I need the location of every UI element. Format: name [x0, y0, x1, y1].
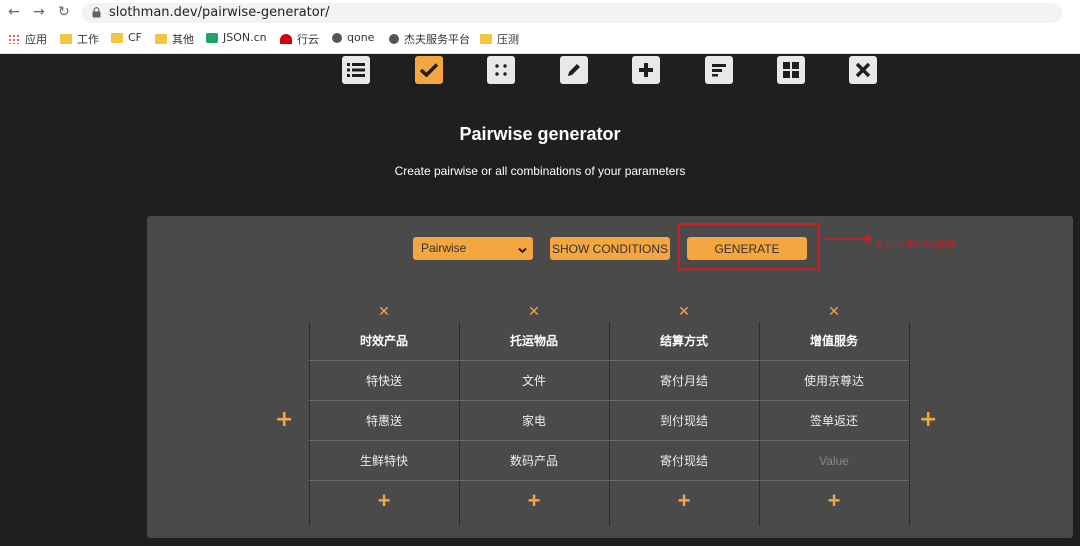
folder-icon: [480, 34, 492, 44]
page-title: Pairwise generator: [459, 124, 621, 144]
add-value-icon[interactable]: +: [378, 488, 391, 514]
bookmark-apps[interactable]: 应用: [8, 31, 47, 47]
page-subtitle: Create pairwise or all combinations of y…: [394, 164, 686, 178]
value-cell[interactable]: 数码产品: [459, 440, 609, 480]
chevron-down-icon: [518, 243, 527, 257]
list-icon[interactable]: [342, 56, 370, 84]
value-cell[interactable]: 到付现结: [609, 400, 759, 440]
bookmark-qone[interactable]: qone: [332, 31, 374, 44]
check-icon[interactable]: [415, 56, 443, 84]
back-icon[interactable]: ←: [8, 4, 20, 20]
value-placeholder-cell[interactable]: Value: [759, 440, 909, 480]
remove-column-icon[interactable]: ✕: [309, 304, 459, 320]
align-icon[interactable]: [705, 56, 733, 84]
bookmark-label: 杰夫服务平台: [404, 33, 470, 46]
column-header[interactable]: 时效产品: [309, 320, 459, 360]
value-cell[interactable]: 特惠送: [309, 400, 459, 440]
dice-icon[interactable]: [487, 56, 515, 84]
mode-select[interactable]: Pairwise: [413, 237, 533, 260]
generate-button[interactable]: GENERATE: [687, 237, 807, 260]
json-icon: [206, 32, 218, 43]
app: Pairwise generator Create pairwise or al…: [0, 54, 1080, 546]
column-header[interactable]: 增值服务: [759, 320, 909, 360]
bookmark-label: CF: [128, 31, 143, 44]
annotation-arrow-icon: [823, 234, 873, 244]
address-row: ← → ↻ slothman.dev/pairwise-generator/: [0, 0, 1080, 26]
parameters-panel: Pairwise SHOW CONDITIONS GENERATE 点击一下即可…: [147, 216, 1073, 538]
remove-column-icon[interactable]: ✕: [459, 304, 609, 320]
bookmark-cf[interactable]: CF: [111, 31, 142, 44]
add-column-left-icon[interactable]: +: [275, 407, 293, 432]
bookmark-label: qone: [347, 31, 375, 44]
grid-icon[interactable]: [777, 56, 805, 84]
globe-icon: [389, 34, 399, 44]
mode-select-value: Pairwise: [421, 241, 467, 255]
bookmarks-bar: 应用 工作 CF 其他 JSON.cn 行云 qone 杰夫服务平台 压测: [0, 29, 1080, 49]
column-header[interactable]: 托运物品: [459, 320, 609, 360]
bookmark-label: JSON.cn: [223, 31, 267, 44]
add-value-icon[interactable]: +: [678, 488, 691, 514]
folder-icon: [155, 34, 167, 44]
bookmark-label: 行云: [297, 33, 319, 46]
folder-icon: [111, 32, 123, 43]
value-cell[interactable]: 文件: [459, 360, 609, 400]
bookmark-label: 压测: [497, 33, 519, 46]
divider: [909, 322, 910, 526]
value-cell[interactable]: 签单返还: [759, 400, 909, 440]
reload-icon[interactable]: ↻: [58, 4, 70, 20]
value-cell[interactable]: 寄付月结: [609, 360, 759, 400]
add-value-cell[interactable]: +: [309, 480, 459, 520]
value-cell[interactable]: 寄付现结: [609, 440, 759, 480]
column-header[interactable]: 结算方式: [609, 320, 759, 360]
remove-column-icon[interactable]: ✕: [759, 304, 909, 320]
add-value-cell[interactable]: +: [459, 480, 609, 520]
edit-icon[interactable]: [560, 56, 588, 84]
bookmark-label: 其他: [172, 33, 194, 46]
value-cell[interactable]: 使用京尊达: [759, 360, 909, 400]
lock-icon: [92, 7, 101, 18]
bookmark-stress-test[interactable]: 压测: [480, 31, 519, 47]
forward-icon[interactable]: →: [33, 4, 45, 20]
apps-grid-icon: [8, 34, 20, 44]
show-conditions-button[interactable]: SHOW CONDITIONS: [550, 237, 670, 260]
value-cell[interactable]: 特快送: [309, 360, 459, 400]
bookmark-label: 工作: [77, 33, 99, 46]
bookmark-work[interactable]: 工作: [60, 31, 99, 47]
annotation-text: 点击一下即可生成用例: [875, 240, 955, 249]
add-value-icon[interactable]: +: [528, 488, 541, 514]
bookmark-jsoncn[interactable]: JSON.cn: [206, 31, 267, 44]
bookmark-label: 应用: [25, 33, 47, 46]
bookmark-xingyun[interactable]: 行云: [280, 31, 319, 47]
browser-chrome: ← → ↻ slothman.dev/pairwise-generator/ 应…: [0, 0, 1080, 54]
value-cell[interactable]: 生鲜特快: [309, 440, 459, 480]
remove-column-icon[interactable]: ✕: [609, 304, 759, 320]
add-value-cell[interactable]: +: [609, 480, 759, 520]
plus-icon[interactable]: [632, 56, 660, 84]
value-cell[interactable]: 家电: [459, 400, 609, 440]
close-icon[interactable]: [849, 56, 877, 84]
globe-icon: [332, 32, 342, 43]
url-text: slothman.dev/pairwise-generator/: [109, 5, 330, 20]
add-value-icon[interactable]: +: [828, 488, 841, 514]
add-column-right-icon[interactable]: +: [919, 407, 937, 432]
add-value-cell[interactable]: +: [759, 480, 909, 520]
folder-icon: [60, 34, 72, 44]
address-bar[interactable]: slothman.dev/pairwise-generator/: [82, 3, 1062, 23]
huawei-icon: [280, 34, 292, 44]
bookmark-jeff-service[interactable]: 杰夫服务平台: [389, 31, 470, 47]
bookmark-other[interactable]: 其他: [155, 31, 194, 47]
